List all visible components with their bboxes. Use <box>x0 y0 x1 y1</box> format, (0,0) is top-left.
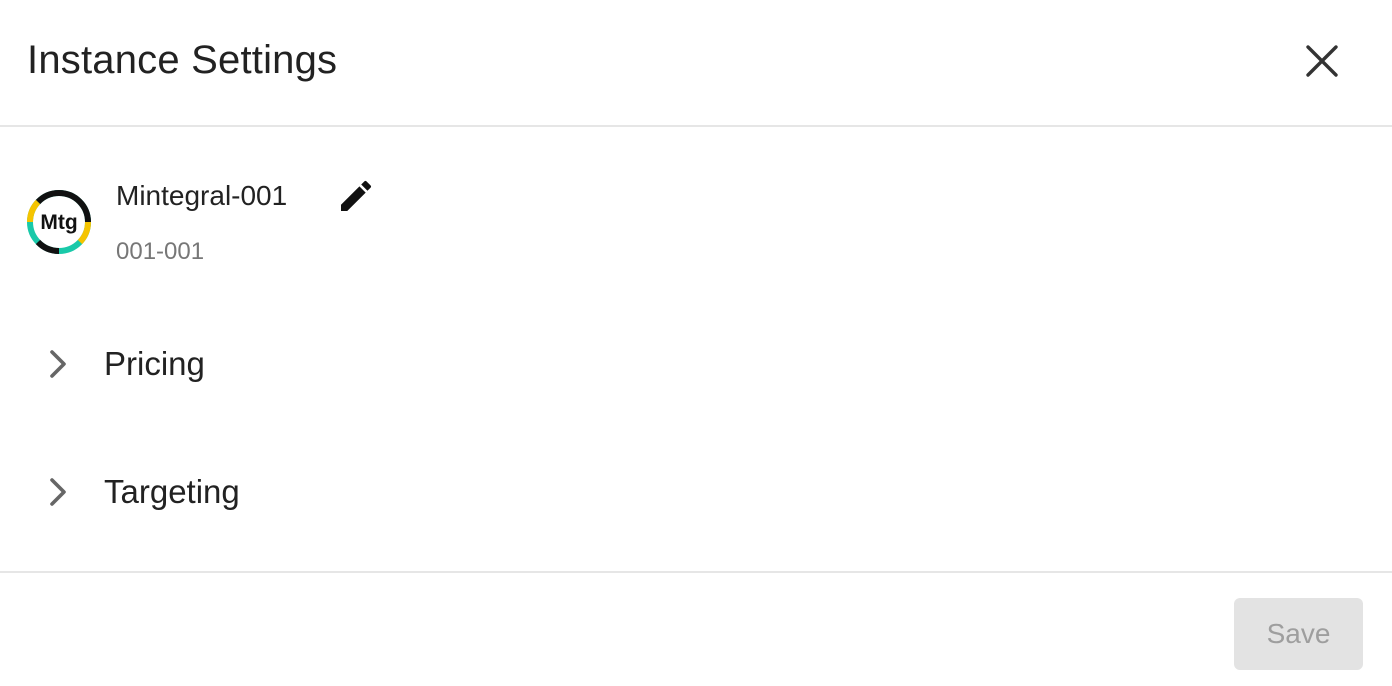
section-label: Pricing <box>104 345 205 382</box>
network-logo: Mtg <box>26 189 92 255</box>
close-icon <box>1306 45 1338 77</box>
save-button[interactable]: Save <box>1234 598 1363 670</box>
chevron-right-icon <box>40 474 76 510</box>
dialog-title: Instance Settings <box>27 38 338 82</box>
section-pricing[interactable]: Pricing <box>40 336 640 392</box>
close-button[interactable] <box>1298 37 1346 85</box>
section-targeting[interactable]: Targeting <box>40 464 640 520</box>
chevron-right-icon <box>40 346 76 382</box>
dialog-header: Instance Settings <box>0 0 1392 127</box>
logo-text: Mtg <box>40 211 77 234</box>
section-label: Targeting <box>104 473 240 510</box>
edit-name-button[interactable] <box>332 172 380 220</box>
pencil-icon <box>341 180 372 211</box>
instance-settings-dialog: Instance Settings Mtg Mintegral-001 001-… <box>0 0 1392 686</box>
mintegral-logo-icon: Mtg <box>27 190 91 254</box>
instance-name: Mintegral-001 <box>116 180 288 211</box>
dialog-footer <box>0 571 1392 686</box>
instance-id: 001-001 <box>116 238 205 265</box>
